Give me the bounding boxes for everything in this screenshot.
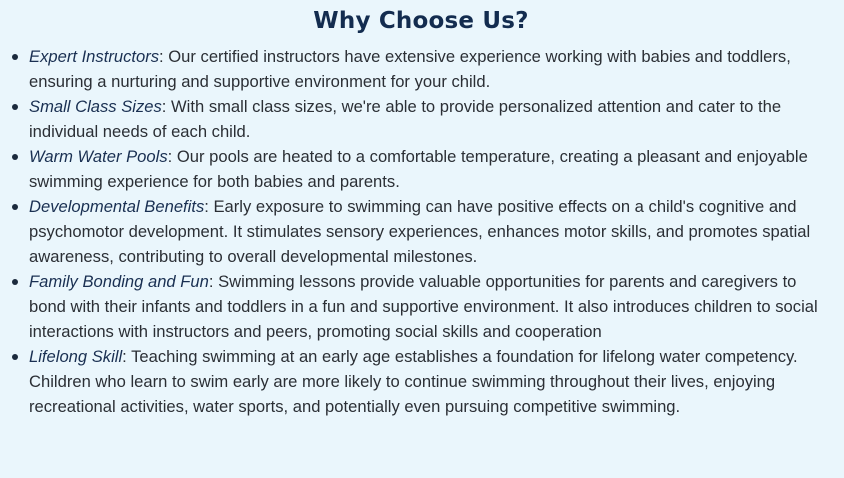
why-choose-us-section: Why Choose Us? Expert Instructors: Our c… <box>0 0 844 478</box>
item-term: Warm Water Pools <box>29 147 168 166</box>
bullet-icon <box>12 54 18 60</box>
bullet-icon <box>12 154 18 160</box>
bullet-icon <box>12 279 18 285</box>
list-item: Lifelong Skill: Teaching swimming at an … <box>12 344 830 419</box>
item-description: : Teaching swimming at an early age esta… <box>29 347 798 416</box>
bullet-icon <box>12 354 18 360</box>
list-item: Small Class Sizes: With small class size… <box>12 94 830 144</box>
list-item: Family Bonding and Fun: Swimming lessons… <box>12 269 830 344</box>
list-item: Developmental Benefits: Early exposure t… <box>12 194 830 269</box>
item-term: Developmental Benefits <box>29 197 205 216</box>
item-term: Expert Instructors <box>29 47 160 66</box>
section-heading: Why Choose Us? <box>313 8 529 34</box>
bullet-icon <box>12 104 18 110</box>
list-item: Warm Water Pools: Our pools are heated t… <box>12 144 830 194</box>
item-term: Family Bonding and Fun <box>29 272 209 291</box>
item-term: Small Class Sizes <box>29 97 162 116</box>
list-item: Expert Instructors: Our certified instru… <box>12 44 830 94</box>
item-term: Lifelong Skill <box>29 347 123 366</box>
benefits-list: Expert Instructors: Our certified instru… <box>12 44 830 419</box>
bullet-icon <box>12 204 18 210</box>
